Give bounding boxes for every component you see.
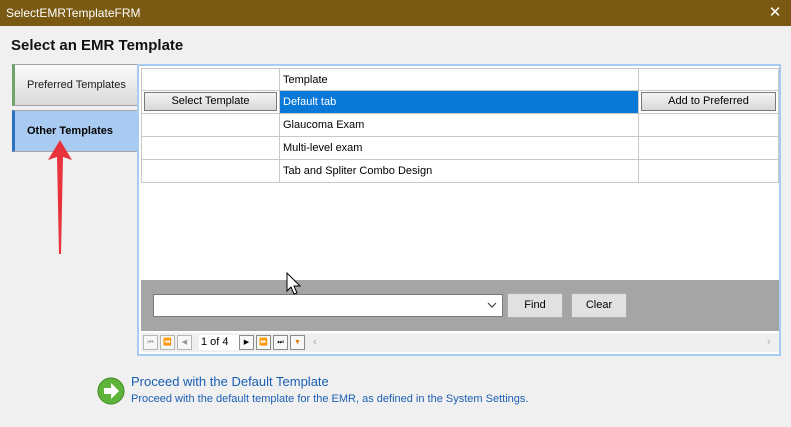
- template-name-cell[interactable]: Glaucoma Exam: [280, 114, 639, 137]
- template-name-cell[interactable]: Tab and Spliter Combo Design: [280, 160, 639, 183]
- mouse-cursor-icon: [286, 272, 302, 295]
- select-cell: [141, 160, 280, 183]
- prev-page-icon[interactable]: ◀: [177, 335, 192, 350]
- proceed-default-link[interactable]: Proceed with the Default Template: [131, 374, 329, 389]
- annotation-arrow-icon: [48, 140, 72, 254]
- table-row[interactable]: Glaucoma Exam: [141, 114, 779, 137]
- pager: ⏮ ⏪ ◀ 1 of 4 ▶ ⏩ ⏭ ▼ ‹ ›: [141, 333, 779, 352]
- find-button[interactable]: Find: [507, 293, 563, 318]
- add-to-preferred-button[interactable]: Add to Preferred: [641, 92, 776, 111]
- window-title: SelectEMRTemplateFRM: [6, 6, 141, 20]
- filter-combobox[interactable]: [153, 294, 503, 317]
- header-cell-actions: [141, 68, 280, 91]
- prev-group-icon[interactable]: ⏪: [160, 335, 175, 350]
- last-page-icon[interactable]: ⏭: [273, 335, 288, 350]
- template-name-cell[interactable]: Multi-level exam: [280, 137, 639, 160]
- templates-panel: Template Select Template Default tab Add…: [137, 64, 781, 356]
- filter-icon[interactable]: ▼: [290, 335, 305, 350]
- select-cell: Select Template: [141, 91, 280, 114]
- table-row[interactable]: Tab and Spliter Combo Design: [141, 160, 779, 183]
- grid-header-row: Template: [141, 68, 779, 91]
- proceed-arrow-icon[interactable]: [97, 377, 125, 405]
- header-cell-preferred: [639, 68, 779, 91]
- table-row[interactable]: Select Template Default tab Add to Prefe…: [141, 91, 779, 114]
- add-cell: Add to Preferred: [639, 91, 779, 114]
- page-info: 1 of 4: [199, 335, 239, 350]
- close-icon[interactable]: ✕: [765, 3, 785, 23]
- select-template-button[interactable]: Select Template: [144, 92, 277, 111]
- scroll-right-icon[interactable]: ›: [767, 335, 771, 350]
- tab-preferred-templates[interactable]: Preferred Templates: [12, 64, 138, 106]
- page-title: Select an EMR Template: [11, 37, 184, 54]
- next-group-icon[interactable]: ⏩: [256, 335, 271, 350]
- add-cell: [639, 160, 779, 183]
- first-page-icon[interactable]: ⏮: [143, 335, 158, 350]
- next-page-icon[interactable]: ▶: [239, 335, 254, 350]
- column-header-template[interactable]: Template: [280, 68, 639, 91]
- clear-button[interactable]: Clear: [571, 293, 627, 318]
- template-name-cell[interactable]: Default tab: [280, 91, 639, 114]
- add-cell: [639, 137, 779, 160]
- chevron-down-icon[interactable]: [486, 299, 498, 311]
- proceed-description: Proceed with the default template for th…: [131, 393, 529, 405]
- select-cell: [141, 114, 280, 137]
- table-row[interactable]: Multi-level exam: [141, 137, 779, 160]
- scroll-left-icon[interactable]: ‹: [313, 335, 317, 350]
- add-cell: [639, 114, 779, 137]
- window-titlebar: SelectEMRTemplateFRM ✕: [0, 0, 791, 26]
- filter-bar: Find Clear: [141, 280, 779, 331]
- select-cell: [141, 137, 280, 160]
